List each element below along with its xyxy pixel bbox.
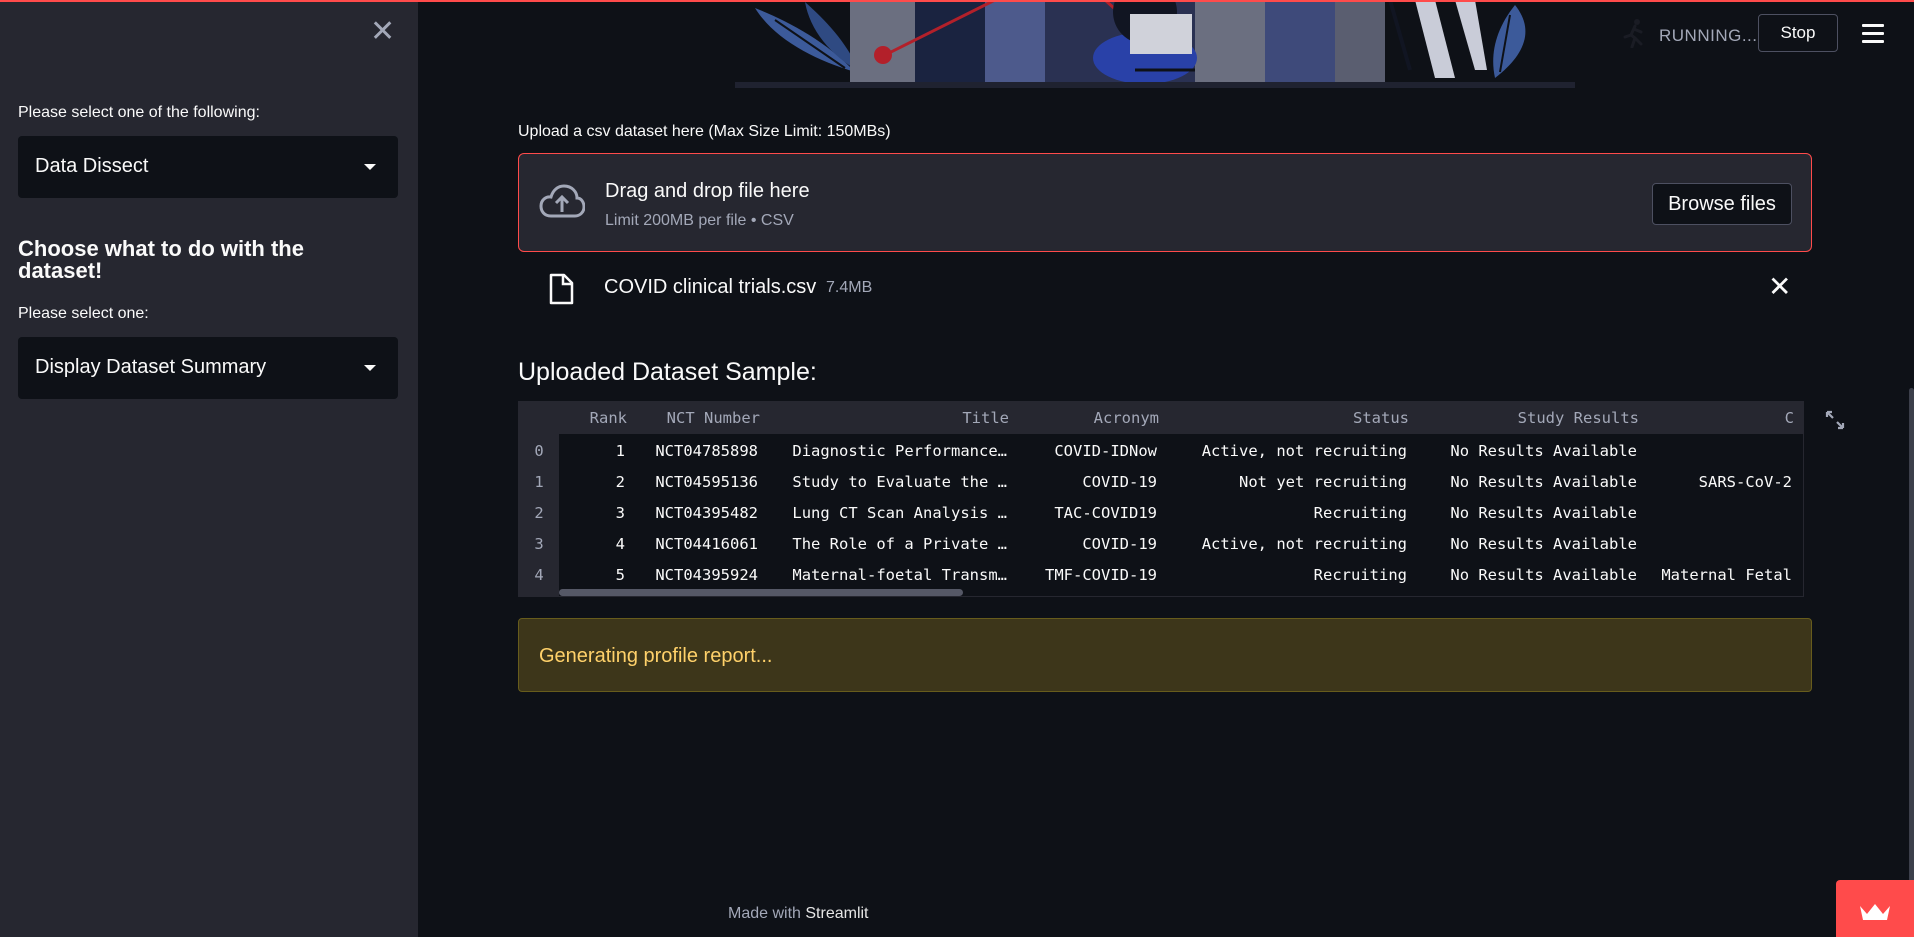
column-header[interactable]: Acronym	[1094, 409, 1159, 427]
table-cell: No Results Available	[1450, 473, 1637, 491]
caret-down-icon	[364, 164, 376, 170]
table-cell: No Results Available	[1450, 535, 1637, 553]
table-cell: COVID-19	[1082, 473, 1157, 491]
running-icon	[1620, 18, 1648, 49]
table-cell: The Role of a Private …	[792, 535, 1007, 553]
status-warning: Generating profile report...	[518, 618, 1812, 692]
table-cell: No Results Available	[1450, 442, 1637, 460]
running-status: RUNNING...	[1659, 26, 1758, 45]
dropzone-title: Drag and drop file here	[605, 180, 810, 202]
file-name: COVID clinical trials.csv	[604, 276, 817, 298]
action-select[interactable]: Display Dataset Summary	[18, 337, 398, 399]
table-cell: Study to Evaluate the …	[792, 473, 1007, 491]
table-cell: NCT04785898	[655, 442, 758, 460]
table-cell: Maternal-foetal Transm…	[792, 566, 1007, 584]
row-index: 4	[534, 566, 544, 584]
table-cell: COVID-IDNow	[1054, 442, 1157, 460]
dataframe-table[interactable]: Rank NCT Number Title Acronym Status Study Re…	[518, 401, 1804, 597]
table-cell: NCT04395482	[655, 504, 758, 522]
select-mode-label: Please select one of the following:	[18, 104, 260, 121]
top-accent-line	[0, 0, 1914, 2]
streamlit-link[interactable]: Streamlit	[805, 905, 868, 922]
table-header-row: Rank NCT Number Title Acronym Status Study Re…	[519, 402, 1803, 434]
sidebar: ✕ Please select one of the following: Da…	[0, 0, 418, 937]
select-action-label: Please select one:	[18, 305, 149, 322]
warning-text: Generating profile report...	[539, 645, 773, 667]
column-header[interactable]: Status	[1353, 409, 1409, 427]
table-cell: 3	[615, 504, 625, 522]
mode-select-value: Data Dissect	[35, 155, 149, 177]
cloud-upload-icon	[539, 184, 586, 220]
table-horizontal-scrollbar[interactable]	[559, 589, 963, 596]
table-cell: Recruiting	[1313, 566, 1407, 584]
page-scrollbar[interactable]	[1909, 388, 1914, 888]
remove-file-icon[interactable]: ✕	[1768, 273, 1791, 301]
column-header[interactable]: Study Results	[1518, 409, 1639, 427]
sidebar-heading: Choose what to do with the dataset!	[18, 236, 304, 283]
stop-button[interactable]: Stop	[1758, 14, 1838, 52]
table-cell: Lung CT Scan Analysis …	[792, 504, 1007, 522]
table-cell: Maternal Fetal	[1661, 566, 1792, 584]
caret-down-icon	[364, 365, 376, 371]
table-cell: TMF-COVID-19	[1045, 566, 1157, 584]
table-cell: COVID-19	[1082, 535, 1157, 553]
table-cell: TAC-COVID19	[1054, 504, 1157, 522]
file-size: 7.4MB	[826, 279, 873, 296]
table-cell: 2	[615, 473, 625, 491]
column-header[interactable]: C	[1785, 409, 1794, 427]
dropzone-limit: Limit 200MB per file • CSV	[605, 212, 794, 229]
table-cell: Recruiting	[1313, 504, 1407, 522]
table-cell: NCT04416061	[655, 535, 758, 553]
table-cell: SARS-CoV-2	[1698, 473, 1792, 491]
table-cell: 4	[615, 535, 625, 553]
table-cell: Diagnostic Performance…	[792, 442, 1007, 460]
sidebar-close-icon[interactable]: ✕	[370, 17, 395, 47]
action-select-value: Display Dataset Summary	[35, 356, 267, 378]
row-index: 3	[534, 535, 544, 553]
streamlit-crown-icon	[1860, 904, 1890, 920]
table-cell: Not yet recruiting	[1239, 473, 1407, 491]
row-index: 0	[534, 442, 544, 460]
footer: Made with Streamlit	[728, 905, 869, 923]
file-dropzone[interactable]: Drag and drop file here Limit 200MB per …	[518, 153, 1812, 252]
browse-files-button[interactable]: Browse files	[1652, 183, 1792, 225]
expand-icon[interactable]	[1825, 410, 1845, 430]
table-index-column: 0 1 2 3 4	[519, 434, 559, 596]
mode-select[interactable]: Data Dissect	[18, 136, 398, 198]
uploaded-file-row: COVID clinical trials.csv 7.4MB ✕	[518, 268, 1812, 308]
header-illustration	[735, 0, 1575, 92]
table-cell: Active, not recruiting	[1201, 535, 1407, 553]
footer-prefix: Made with	[728, 905, 806, 922]
table-cell: 1	[615, 442, 625, 460]
column-header[interactable]: Title	[962, 409, 1009, 427]
table-cell: 5	[615, 566, 625, 584]
streamlit-badge[interactable]	[1836, 880, 1914, 937]
row-index: 1	[534, 473, 544, 491]
file-icon	[548, 273, 574, 305]
table-cell: NCT04595136	[655, 473, 758, 491]
upload-label: Upload a csv dataset here (Max Size Limi…	[518, 123, 891, 140]
table-cell: No Results Available	[1450, 504, 1637, 522]
sample-title: Uploaded Dataset Sample:	[518, 358, 817, 386]
table-cell: No Results Available	[1450, 566, 1637, 584]
column-header[interactable]: Rank	[590, 409, 627, 427]
hamburger-menu-icon[interactable]	[1862, 24, 1884, 44]
column-header[interactable]: NCT Number	[667, 409, 760, 427]
row-index: 2	[534, 504, 544, 522]
table-cell: NCT04395924	[655, 566, 758, 584]
table-cell: Active, not recruiting	[1201, 442, 1407, 460]
